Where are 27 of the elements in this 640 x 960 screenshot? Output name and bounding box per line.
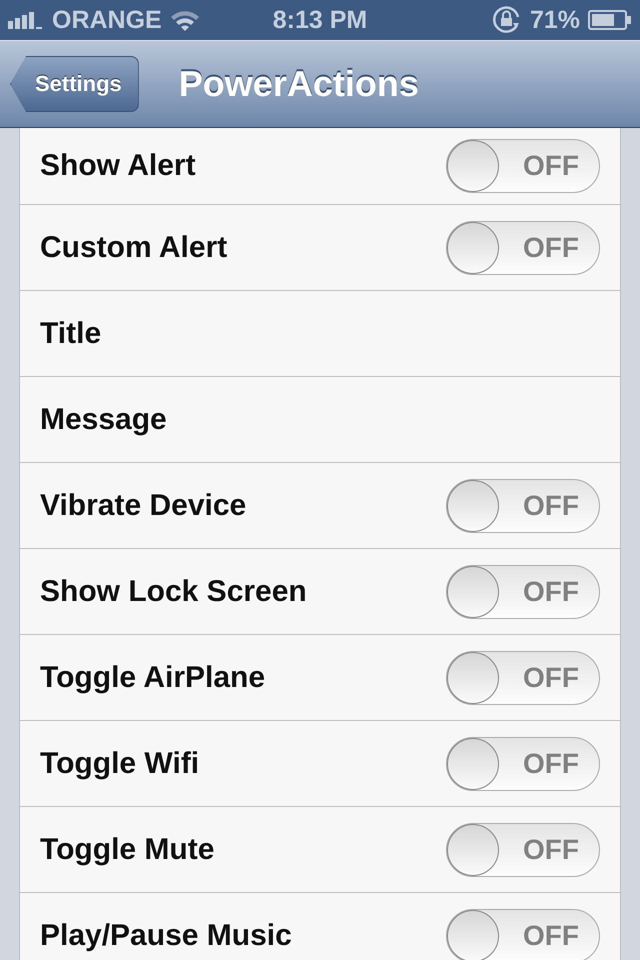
battery-percent: 71% [530, 6, 580, 34]
signal-icon [8, 11, 44, 29]
wifi-icon [170, 9, 200, 31]
clock-time: 8:13 PM [272, 6, 368, 34]
carrier-name: ORANGE [52, 6, 162, 34]
row-label: Show Lock Screen [40, 574, 307, 608]
row-label: Show Alert [40, 149, 196, 183]
rotation-lock-icon [492, 5, 522, 35]
row-label: Play/Pause Music [40, 918, 292, 952]
back-button[interactable]: Settings [10, 56, 139, 112]
toggle-switch[interactable]: OFF [446, 564, 600, 618]
battery-icon [588, 10, 632, 30]
toggle-switch[interactable]: OFF [446, 650, 600, 704]
row-label: Custom Alert [40, 230, 228, 264]
toggle-switch[interactable]: OFF [446, 478, 600, 532]
row-label: Toggle Wifi [40, 746, 200, 780]
toggle-switch[interactable]: OFF [446, 908, 600, 960]
row-label: Vibrate Device [40, 488, 246, 522]
row-label: Toggle AirPlane [40, 660, 266, 694]
toggle-switch[interactable]: OFF [446, 736, 600, 790]
toggle-switch[interactable]: OFF [446, 220, 600, 274]
nav-title: PowerActions [178, 63, 419, 105]
row-label[interactable]: Message [40, 402, 167, 436]
toggle-switch[interactable]: OFF [446, 139, 600, 193]
row-label[interactable]: Title [40, 316, 102, 350]
row-label: Toggle Mute [40, 832, 214, 866]
toggle-switch[interactable]: OFF [446, 822, 600, 876]
